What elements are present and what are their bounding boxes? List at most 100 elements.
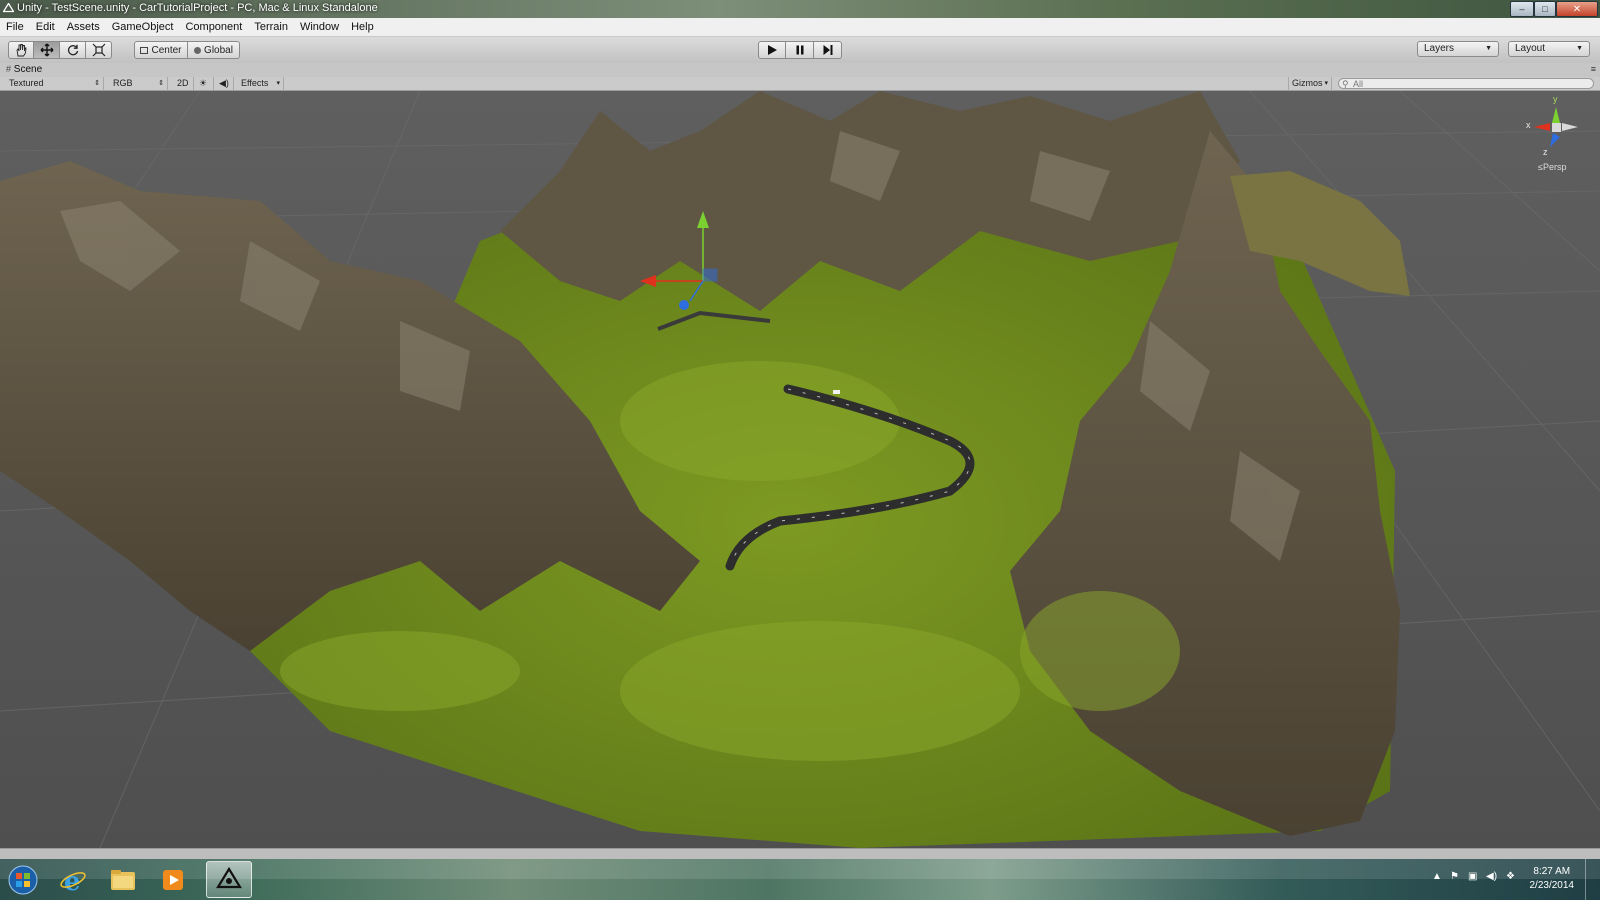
hierarchy-search-input[interactable]: ⚲ All (1338, 78, 1594, 89)
play-icon (768, 45, 777, 55)
search-placeholder: All (1353, 79, 1364, 89)
panel-menu-icon[interactable]: ≡ (1591, 64, 1596, 74)
pivot-mode-button[interactable]: Center (134, 41, 188, 59)
internet-explorer-icon: e (60, 867, 86, 894)
menu-edit[interactable]: Edit (30, 18, 61, 36)
gizmos-label: Gizmos (1292, 78, 1323, 88)
hand-icon (16, 44, 27, 57)
menu-terrain[interactable]: Terrain (248, 18, 294, 36)
file-explorer-icon (111, 869, 135, 890)
pivot-mode-label: Center (151, 44, 182, 56)
lighting-toggle[interactable]: ☀ (196, 77, 214, 90)
windows-taskbar: e ▲ ⚑ ▣ ◀) ❖ 8:27 AM 2/23/2014 (0, 859, 1600, 900)
taskbar-media-player[interactable] (150, 861, 196, 898)
main-toolbar: Center Global Layers ▼ Layout ▼ (0, 37, 1600, 64)
system-clock[interactable]: 8:27 AM 2/23/2014 (1530, 865, 1575, 893)
menu-gameobject[interactable]: GameObject (106, 18, 180, 36)
axis-center-cube[interactable] (1552, 123, 1561, 132)
layout-label: Layout (1515, 43, 1546, 54)
render-mode-dropdown[interactable]: RGB ⇕ (110, 77, 168, 90)
scale-icon (92, 43, 105, 57)
menu-help[interactable]: Help (345, 18, 380, 36)
pause-button[interactable] (786, 41, 814, 59)
draw-mode-label: Textured (9, 78, 44, 88)
move-icon (40, 43, 53, 57)
action-center-flag-icon[interactable]: ⚑ (1450, 871, 1459, 882)
pivot-rotation-label: Global (204, 44, 233, 56)
dropdown-arrow-icon: ▾ (276, 80, 280, 87)
taskbar-explorer[interactable] (100, 861, 146, 898)
dropbox-icon[interactable]: ❖ (1506, 871, 1515, 882)
close-button[interactable]: ✕ (1556, 1, 1598, 17)
scene-view-controls: Textured ⇕ RGB ⇕ 2D ☀ ◀) Effects ▾ Gizmo… (0, 77, 1600, 91)
unity-icon (216, 866, 242, 888)
audio-toggle[interactable]: ◀) (216, 77, 234, 90)
car-object (833, 390, 840, 394)
tab-scene[interactable]: # Scene (6, 64, 42, 77)
show-desktop-button[interactable] (1585, 859, 1600, 900)
menu-file[interactable]: File (0, 18, 30, 36)
scene-grid-icon: # (6, 64, 12, 74)
rotate-tool-button[interactable] (60, 41, 86, 59)
unity-logo-icon (3, 3, 14, 13)
speaker-icon: ◀) (219, 78, 229, 88)
layers-dropdown[interactable]: Layers ▼ (1417, 41, 1499, 57)
close-icon: ✕ (1572, 3, 1582, 15)
status-bar (0, 848, 1600, 859)
media-player-icon (163, 869, 183, 890)
play-controls (758, 41, 842, 59)
sun-icon: ☀ (199, 78, 208, 88)
2d-label: 2D (177, 78, 189, 88)
axis-z-cone[interactable] (1550, 133, 1560, 147)
pause-icon (796, 45, 803, 55)
axis-y-cone[interactable] (1552, 107, 1560, 123)
clock-date: 2/23/2014 (1529, 880, 1575, 891)
scene-tab-bar: # Scene ≡ (0, 63, 1600, 78)
step-icon (823, 45, 832, 55)
menu-bar: File Edit Assets GameObject Component Te… (0, 18, 1600, 37)
start-button[interactable] (0, 861, 46, 898)
axis-x-label: x (1526, 120, 1531, 130)
step-button[interactable] (814, 41, 842, 59)
effects-dropdown[interactable]: Effects ▾ (238, 77, 284, 90)
menu-assets[interactable]: Assets (61, 18, 106, 36)
scene-tab-label: Scene (13, 64, 43, 75)
globe-icon (194, 46, 202, 54)
projection-label[interactable]: ≤Persp (1538, 162, 1566, 172)
taskbar-ie[interactable]: e (50, 861, 96, 898)
2d-toggle[interactable]: 2D (174, 77, 194, 90)
play-button[interactable] (758, 41, 786, 59)
hand-tool-button[interactable] (8, 41, 34, 59)
minimize-icon: – (1519, 4, 1525, 14)
scale-tool-button[interactable] (86, 41, 112, 59)
scene-viewport[interactable]: y x z ≤Persp (0, 91, 1600, 848)
scene-render (0, 91, 1600, 848)
window-title: Unity - TestScene.unity - CarTutorialPro… (17, 2, 378, 14)
pivot-mode-icon (140, 46, 149, 54)
minimize-button[interactable]: – (1510, 1, 1534, 17)
axis-neg-x-cone[interactable] (1562, 123, 1578, 131)
window-titlebar: Unity - TestScene.unity - CarTutorialPro… (0, 0, 1600, 18)
maximize-button[interactable]: □ (1534, 1, 1556, 17)
gizmos-dropdown[interactable]: Gizmos ▾ (1288, 77, 1332, 90)
updown-arrow-icon: ⇕ (94, 80, 100, 87)
tray-expand-icon[interactable]: ▲ (1432, 871, 1442, 882)
volume-icon[interactable]: ◀) (1486, 871, 1497, 882)
dropdown-arrow-icon: ▼ (1485, 45, 1492, 52)
transform-tools (8, 41, 112, 59)
network-icon[interactable]: ▣ (1468, 871, 1477, 882)
taskbar-unity[interactable] (206, 861, 252, 898)
dropdown-arrow-icon: ▼ (1576, 45, 1583, 52)
layout-dropdown[interactable]: Layout ▼ (1508, 41, 1590, 57)
pivot-rotation-button[interactable]: Global (188, 41, 240, 59)
draw-mode-dropdown[interactable]: Textured ⇕ (6, 77, 104, 90)
start-orb-icon (8, 865, 38, 894)
pivot-toggles: Center Global (134, 41, 240, 59)
menu-window[interactable]: Window (294, 18, 345, 36)
clock-time: 8:27 AM (1533, 866, 1571, 877)
menu-component[interactable]: Component (179, 18, 248, 36)
move-tool-button[interactable] (34, 41, 60, 59)
rotate-icon (67, 44, 78, 56)
axis-x-cone[interactable] (1534, 123, 1550, 131)
axis-y-label: y (1553, 94, 1558, 104)
